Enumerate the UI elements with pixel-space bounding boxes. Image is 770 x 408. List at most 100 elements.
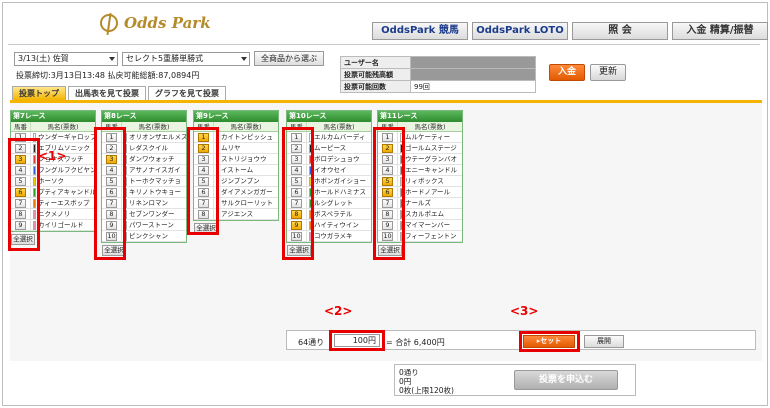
set-button[interactable]: ▸セット (523, 335, 575, 348)
header-horse-name: 馬名(票数) (138, 123, 170, 131)
horse-name-cell: フィーフェントン (398, 231, 462, 241)
horse-name: フィーフェントン (405, 232, 457, 240)
horse-name-cell: キリノトウキョー (122, 187, 186, 197)
horse-name: ハイティウイン (314, 221, 359, 229)
horse-name-cell: プティアキャンドル (31, 187, 95, 197)
header-horse-name: 馬名(票数) (414, 123, 446, 131)
horse-name-cell: セブンワンダー (122, 209, 186, 219)
header-horse-name: 馬名(票数) (230, 123, 262, 131)
apply-vote-button[interactable]: 投票を申込む (514, 370, 618, 390)
nav-deposit-settle[interactable]: 入金 精算/振替 (672, 22, 768, 40)
annotation-3: <3> (510, 304, 539, 318)
deadline-text: 投票締切:3月13日13:48 払戻可能総額:87,0894円 (16, 71, 200, 80)
chevron-down-icon (241, 57, 247, 61)
vote-count-label: 投票可能回数 (340, 80, 411, 93)
horse-name-cell: ムリヤ (214, 143, 278, 153)
horse-name-cell: エルカムバーディ (307, 132, 371, 142)
horse-name-cell: ハイティウイン (307, 220, 371, 230)
horse-name: オリオンザエルメス (129, 133, 186, 141)
horse-name: ピンクシャン (129, 232, 168, 240)
horse-name: リィボックス (405, 177, 444, 185)
highlight-race8-numbers (94, 127, 126, 260)
total-amount: = 合計 6,400円 (386, 338, 445, 347)
horse-name: セブンワンダー (129, 210, 175, 218)
horse-name-cell: ニクメノリ (31, 209, 95, 219)
balance-value (410, 68, 536, 81)
race-day-select[interactable]: 3/13(土) 佐賀 (14, 52, 118, 66)
horse-name: ウテーグランバオ (405, 155, 457, 163)
horse-name-cell: ワングルフクビヤン (31, 165, 95, 175)
horse-name-cell: ルシグレット (307, 198, 371, 208)
nav-inquiry[interactable]: 照 会 (572, 22, 668, 40)
header-horse-name: 馬名(票数) (323, 123, 355, 131)
nav-keiba[interactable]: OddsPark 競馬 (372, 22, 468, 40)
horse-name: プティアキャンドル (38, 188, 95, 196)
horse-name: トーホクマッチョ (129, 177, 181, 185)
bet-type-select[interactable]: セレクト5重勝単勝式 (122, 52, 250, 66)
horse-name-cell: スカルポエム (398, 209, 462, 219)
horse-name: ジンプンプン (221, 177, 260, 185)
header-number: 馬番 (11, 122, 31, 131)
horse-name: ナールズ (405, 199, 431, 207)
horse-name: ホボンガイショー (314, 177, 366, 185)
user-name-label: ユーザー名 (340, 56, 411, 69)
horse-name: アジエンス (221, 210, 254, 218)
tab-vote-by-graph[interactable]: グラフを見て投票 (148, 86, 226, 100)
race-header: 馬番 馬名(票数) (11, 122, 95, 132)
vote-count-value: 99回 (410, 80, 536, 93)
horse-name: ボロデシュョウ (314, 155, 360, 163)
horse-name-cell: オリオンザエルメス (122, 132, 186, 142)
horse-name: エニーキャンドル (405, 166, 457, 174)
logo-icon (100, 14, 118, 32)
race-title: 第9レース (194, 111, 278, 122)
amount-input[interactable]: 100円 (334, 334, 380, 347)
horse-name: カイリゴールド (38, 221, 84, 229)
horse-name: ワングルフクビヤン (38, 166, 95, 174)
horse-name-cell: ストリジョウウ (214, 154, 278, 164)
horse-name: ゴールムステージ (405, 144, 457, 152)
horse-name: サルクローリット (221, 199, 273, 207)
horse-name: イオウセイ (314, 166, 347, 174)
horse-name-cell: ホーソク (31, 176, 95, 186)
horse-name-cell: ホボンガイショー (307, 176, 371, 186)
horse-name: ストリジョウウ (221, 155, 267, 163)
refresh-button[interactable]: 更新 (590, 64, 626, 81)
horse-name-cell: アサノナイスガイ (122, 165, 186, 175)
horse-name: アサノナイスガイ (129, 166, 181, 174)
horse-name: ダイアメンガガー (221, 188, 273, 196)
nav-loto[interactable]: OddsPark LOTO (472, 22, 568, 40)
odds-park-logo[interactable]: Odds Park (100, 12, 211, 34)
horse-name-cell: サルクローリット (214, 198, 278, 208)
horse-name-cell: パワーストーン (122, 220, 186, 230)
highlight-race7-numbers (8, 138, 40, 251)
tab-vote-by-entry-table[interactable]: 出馬表を見て投票 (68, 86, 146, 100)
deposit-button[interactable]: 入金 (549, 64, 585, 81)
horse-name: ニクメノリ (38, 210, 71, 218)
horse-name: イストーム (221, 166, 254, 174)
choose-all-products-button[interactable]: 全商品から選ぶ (254, 51, 324, 66)
race-title: 第7レース (11, 111, 95, 122)
horse-name: ホードノアール (405, 188, 450, 196)
horse-name: ムーピース (314, 144, 347, 152)
tab-vote-top[interactable]: 投票トップ (12, 86, 66, 100)
race-title: 第11レース (378, 111, 462, 122)
horse-name: スカルポエム (405, 210, 444, 218)
horse-name-cell: ホードノアール (398, 187, 462, 197)
horse-name-cell: ゴールムステージ (398, 143, 462, 153)
horse-name: リネンロマン (129, 199, 168, 207)
annotation-2: <2> (324, 304, 353, 318)
horse-name-cell: マイマーンバー (398, 220, 462, 230)
highlight-race10-numbers (282, 127, 314, 260)
summary-tickets: 0枚(上限120枚) (399, 386, 454, 395)
header-divider (8, 44, 760, 45)
expand-button[interactable]: 展開 (584, 335, 624, 348)
combination-count: 64通り (298, 338, 325, 347)
horse-name-cell: ナールズ (398, 198, 462, 208)
horse-name-cell: アジエンス (214, 209, 278, 219)
horse-name-cell: ホールドハミナス (307, 187, 371, 197)
horse-name: コウガラメキ (314, 232, 353, 240)
horse-name: ボスペラテル (314, 210, 353, 218)
horse-name-cell: エニーキャンドル (398, 165, 462, 175)
horse-name: ルシグレット (314, 199, 353, 207)
user-name-value (410, 56, 536, 69)
